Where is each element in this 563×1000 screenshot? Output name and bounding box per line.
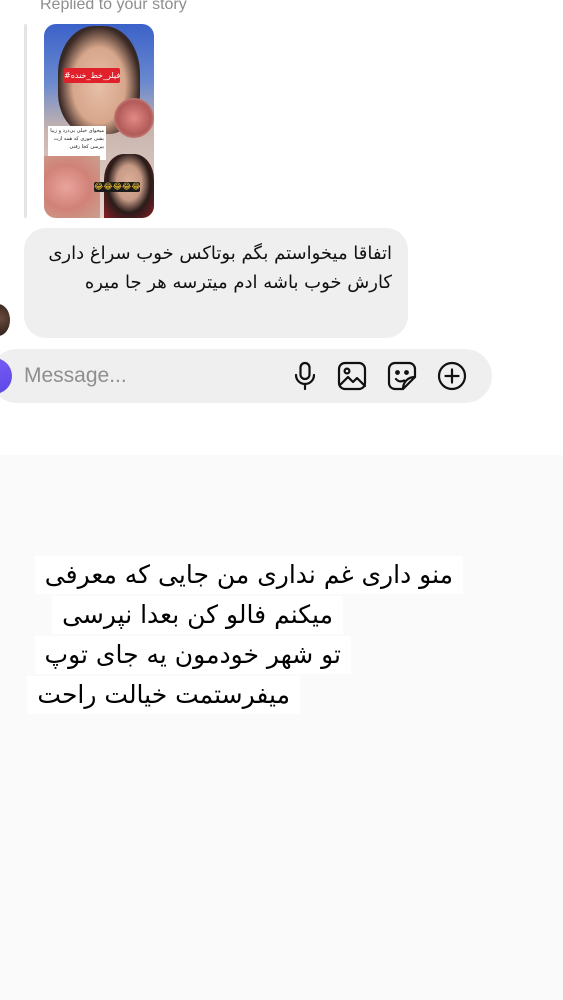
story-banner-text: #فیلر_خط_خنده (64, 68, 120, 83)
story-reply-label: Replied to your story (40, 0, 187, 13)
caption-line: میکنم فالو کن بعدا نپرسی (52, 596, 343, 634)
story-photo-lips (114, 98, 154, 138)
caption-line: میفرستمت خیالت راحت (27, 676, 300, 714)
message-bubble[interactable]: اتفاقا میخواستم بگم بوتاکس خوب سراغ داری… (24, 228, 408, 338)
story-photo-closeup (44, 156, 100, 218)
story-emoji-strip: 😂😂😂😂😂 (94, 182, 140, 192)
plus-circle-icon[interactable] (436, 360, 468, 392)
sticker-icon[interactable] (386, 360, 418, 392)
story-caption-text: میخوای خیلی بی‌درد و زیبا بشی جوری که هم… (48, 126, 106, 160)
microphone-icon[interactable] (289, 360, 321, 392)
caption-line: منو داری غم نداری من جایی که معرفی (34, 556, 463, 594)
message-input[interactable] (24, 362, 244, 390)
message-text: اتفاقا میخواستم بگم بوتاکس خوب سراغ داری… (48, 243, 392, 293)
caption-background (0, 455, 563, 1000)
caption-line: تو شهر خودمون یه جای توپ (34, 636, 351, 674)
gallery-icon[interactable] (336, 360, 368, 392)
reply-indicator-bar (24, 24, 27, 218)
story-thumbnail[interactable]: #فیلر_خط_خنده میخوای خیلی بی‌درد و زیبا … (44, 24, 154, 218)
